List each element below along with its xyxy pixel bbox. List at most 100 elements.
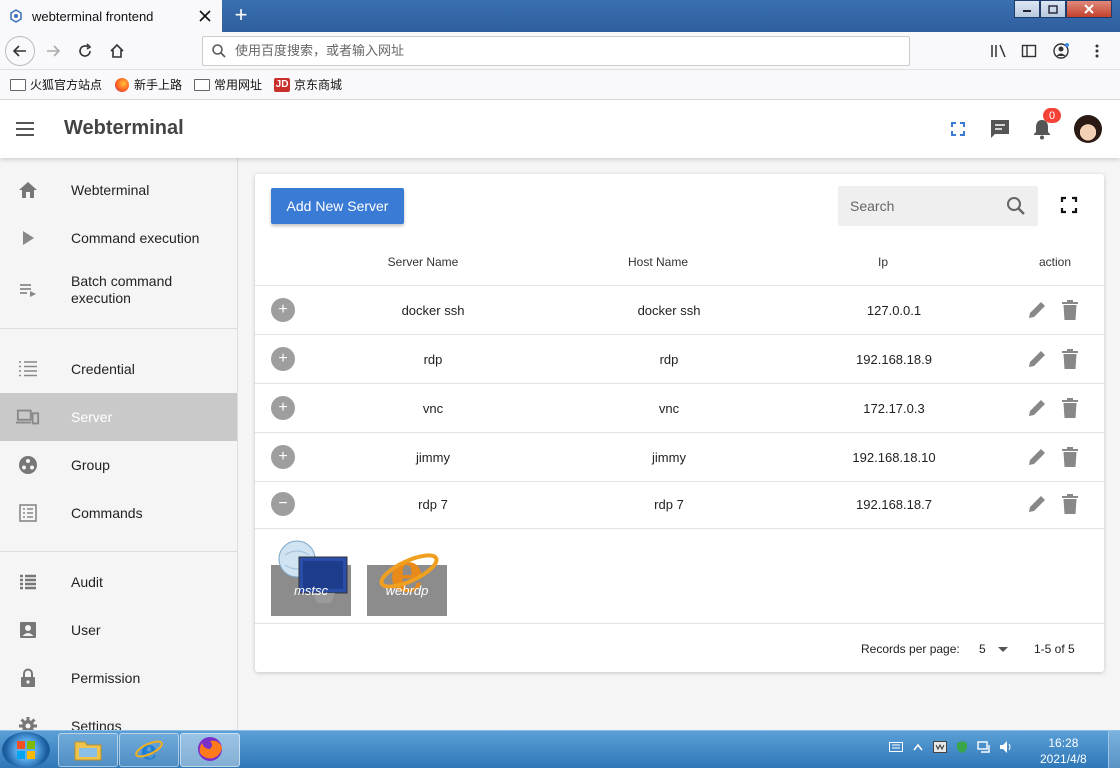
column-header-server-name[interactable]: Server Name: [388, 255, 459, 269]
browser-tab[interactable]: webterminal frontend: [0, 0, 222, 32]
window-controls: [1014, 0, 1112, 18]
forward-button[interactable]: [39, 37, 67, 65]
search-icon[interactable]: [1006, 196, 1026, 216]
expand-row-button[interactable]: +: [271, 298, 295, 322]
search-input[interactable]: [850, 198, 1000, 214]
edit-icon[interactable]: [1026, 446, 1048, 468]
fullscreen-icon[interactable]: [946, 117, 970, 141]
sidebar-item-label: Credential: [71, 360, 135, 377]
svg-text:e: e: [141, 736, 158, 763]
edit-icon[interactable]: [1026, 299, 1048, 321]
taskbar-internet-explorer[interactable]: e: [119, 733, 179, 767]
firefox-icon: [196, 735, 224, 766]
minimize-button[interactable]: [1014, 0, 1040, 18]
sidebar-item-label: User: [71, 621, 101, 638]
delete-icon[interactable]: [1061, 348, 1081, 370]
edit-icon[interactable]: [1026, 397, 1048, 419]
app-title: Webterminal: [64, 117, 184, 139]
library-icon[interactable]: [988, 40, 1010, 62]
chevron-up-icon[interactable]: [910, 739, 926, 755]
sidebar-item-audit[interactable]: Audit: [0, 558, 237, 606]
avatar[interactable]: [1074, 115, 1102, 143]
column-header-host-name[interactable]: Host Name: [628, 255, 688, 269]
account-icon[interactable]: [1050, 40, 1072, 62]
sidebar-item-group[interactable]: Group: [0, 441, 237, 489]
sidebar-item-credential[interactable]: Credential: [0, 345, 237, 393]
clock-date: 2021/4/8: [1040, 752, 1087, 766]
expand-row-button[interactable]: +: [271, 445, 295, 469]
keyboard-icon[interactable]: [888, 739, 904, 755]
back-button[interactable]: [5, 36, 35, 66]
mstsc-launch-button[interactable]: mstsc: [271, 540, 351, 616]
window-close-button[interactable]: [1066, 0, 1112, 18]
system-clock[interactable]: 16:28 2021/4/8: [1040, 735, 1087, 767]
clock-time: 16:28: [1048, 736, 1079, 750]
user-icon: [16, 618, 40, 642]
dropdown-arrow-icon: [997, 646, 1008, 652]
server-name-cell: rdp 7: [418, 497, 448, 512]
playlist-play-icon: [16, 278, 40, 302]
reload-button[interactable]: [71, 37, 99, 65]
search-field[interactable]: [838, 186, 1038, 226]
list-icon: [16, 357, 40, 381]
expand-row-button[interactable]: +: [271, 347, 295, 371]
url-bar[interactable]: [202, 36, 910, 66]
volume-icon[interactable]: [998, 739, 1014, 755]
host-name-cell: vnc: [658, 401, 680, 416]
show-desktop-button[interactable]: [1108, 731, 1120, 768]
table-row: + rdp rdp 192.168.18.9: [255, 335, 1104, 384]
records-per-page-select[interactable]: 5: [979, 642, 1008, 656]
expand-row-button[interactable]: +: [271, 396, 295, 420]
taskbar-explorer[interactable]: [58, 733, 118, 767]
bookmark-item[interactable]: 火狐官方站点: [10, 76, 102, 93]
vmware-tools-icon[interactable]: [932, 739, 948, 755]
add-new-server-button[interactable]: Add New Server: [271, 188, 404, 224]
tab-close-icon[interactable]: [196, 7, 214, 25]
sidebar-item-commands[interactable]: Commands: [0, 489, 237, 537]
delete-icon[interactable]: [1061, 446, 1081, 468]
bookmark-item[interactable]: 常用网址: [194, 76, 262, 93]
start-button[interactable]: [2, 732, 50, 768]
sidebar-item-label: Commands: [71, 504, 143, 521]
network-icon[interactable]: [976, 739, 992, 755]
webrdp-launch-button[interactable]: e webrdp: [367, 540, 447, 616]
url-input[interactable]: [235, 43, 835, 59]
message-icon[interactable]: [988, 117, 1012, 141]
sidebar-item-command-execution[interactable]: Command execution: [0, 214, 237, 262]
new-tab-button[interactable]: +: [229, 2, 253, 27]
edit-icon[interactable]: [1026, 348, 1048, 370]
file-explorer-icon: [73, 736, 103, 765]
bookmark-item[interactable]: JD 京东商城: [274, 76, 342, 93]
browser-tab-strip: webterminal frontend +: [0, 0, 1120, 32]
edit-icon[interactable]: [1026, 493, 1048, 515]
bookmark-item[interactable]: 新手上路: [114, 76, 182, 93]
taskbar-firefox[interactable]: [180, 733, 240, 767]
overflow-menu-icon[interactable]: [1086, 40, 1108, 62]
home-button[interactable]: [103, 37, 131, 65]
sidebar: Webterminal Command execution Batch comm…: [0, 158, 238, 730]
jd-icon: JD: [274, 77, 291, 92]
sidebar-item-settings[interactable]: Settings: [0, 702, 237, 730]
app-header: Webterminal 0: [0, 100, 1120, 158]
folder-icon: [194, 78, 211, 92]
sidebar-item-label: Permission: [71, 669, 141, 686]
column-header-ip[interactable]: Ip: [878, 255, 888, 269]
delete-icon[interactable]: [1061, 493, 1081, 515]
security-shield-icon[interactable]: [954, 739, 970, 755]
sidebar-item-user[interactable]: User: [0, 606, 237, 654]
menu-icon[interactable]: [16, 117, 40, 141]
sidebar-item-server[interactable]: Server: [0, 393, 237, 441]
sidebar-toggle-icon[interactable]: [1018, 40, 1040, 62]
maximize-button[interactable]: [1040, 0, 1066, 18]
sidebar-item-permission[interactable]: Permission: [0, 654, 237, 702]
sidebar-item-webterminal[interactable]: Webterminal: [0, 166, 237, 214]
table-fullscreen-icon[interactable]: [1060, 196, 1082, 218]
delete-icon[interactable]: [1061, 299, 1081, 321]
sidebar-item-batch-command-execution[interactable]: Batch command execution: [0, 262, 237, 318]
table-row: − rdp 7 rdp 7 192.168.18.7: [255, 480, 1104, 529]
server-name-cell: vnc: [422, 401, 444, 416]
delete-icon[interactable]: [1061, 397, 1081, 419]
server-name-cell: jimmy: [416, 450, 450, 465]
play-icon: [16, 226, 40, 250]
collapse-row-button[interactable]: −: [271, 492, 295, 516]
